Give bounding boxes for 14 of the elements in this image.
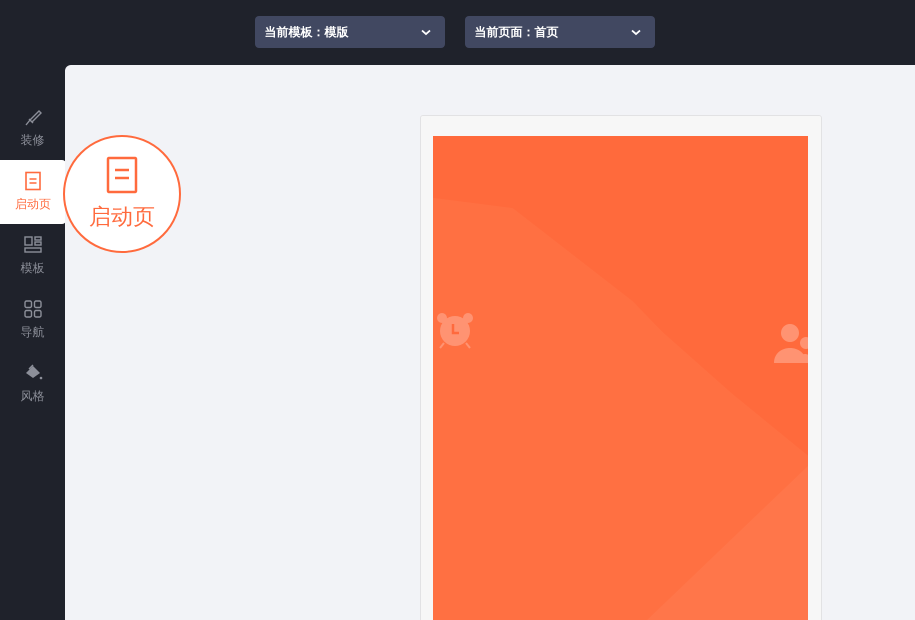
- chevron-down-icon: [420, 28, 430, 36]
- sidebar-item[interactable]: 装修: [0, 96, 65, 160]
- document-icon: [24, 171, 42, 191]
- sidebar-item[interactable]: 导航: [0, 288, 65, 352]
- sidebar-item[interactable]: 启动页: [0, 160, 66, 224]
- callout-label: 启动页: [89, 204, 155, 232]
- sidebar-item[interactable]: 风格: [0, 352, 65, 416]
- sidebar-item[interactable]: 模板: [0, 224, 65, 288]
- dropdown-select[interactable]: 当前页面：首页: [464, 16, 654, 48]
- dropdown-select[interactable]: 当前模板：模版: [254, 16, 444, 48]
- document-icon: [106, 156, 138, 194]
- grid-icon: [22, 299, 42, 319]
- layout-icon: [22, 235, 42, 255]
- chevron-down-icon: [630, 28, 640, 36]
